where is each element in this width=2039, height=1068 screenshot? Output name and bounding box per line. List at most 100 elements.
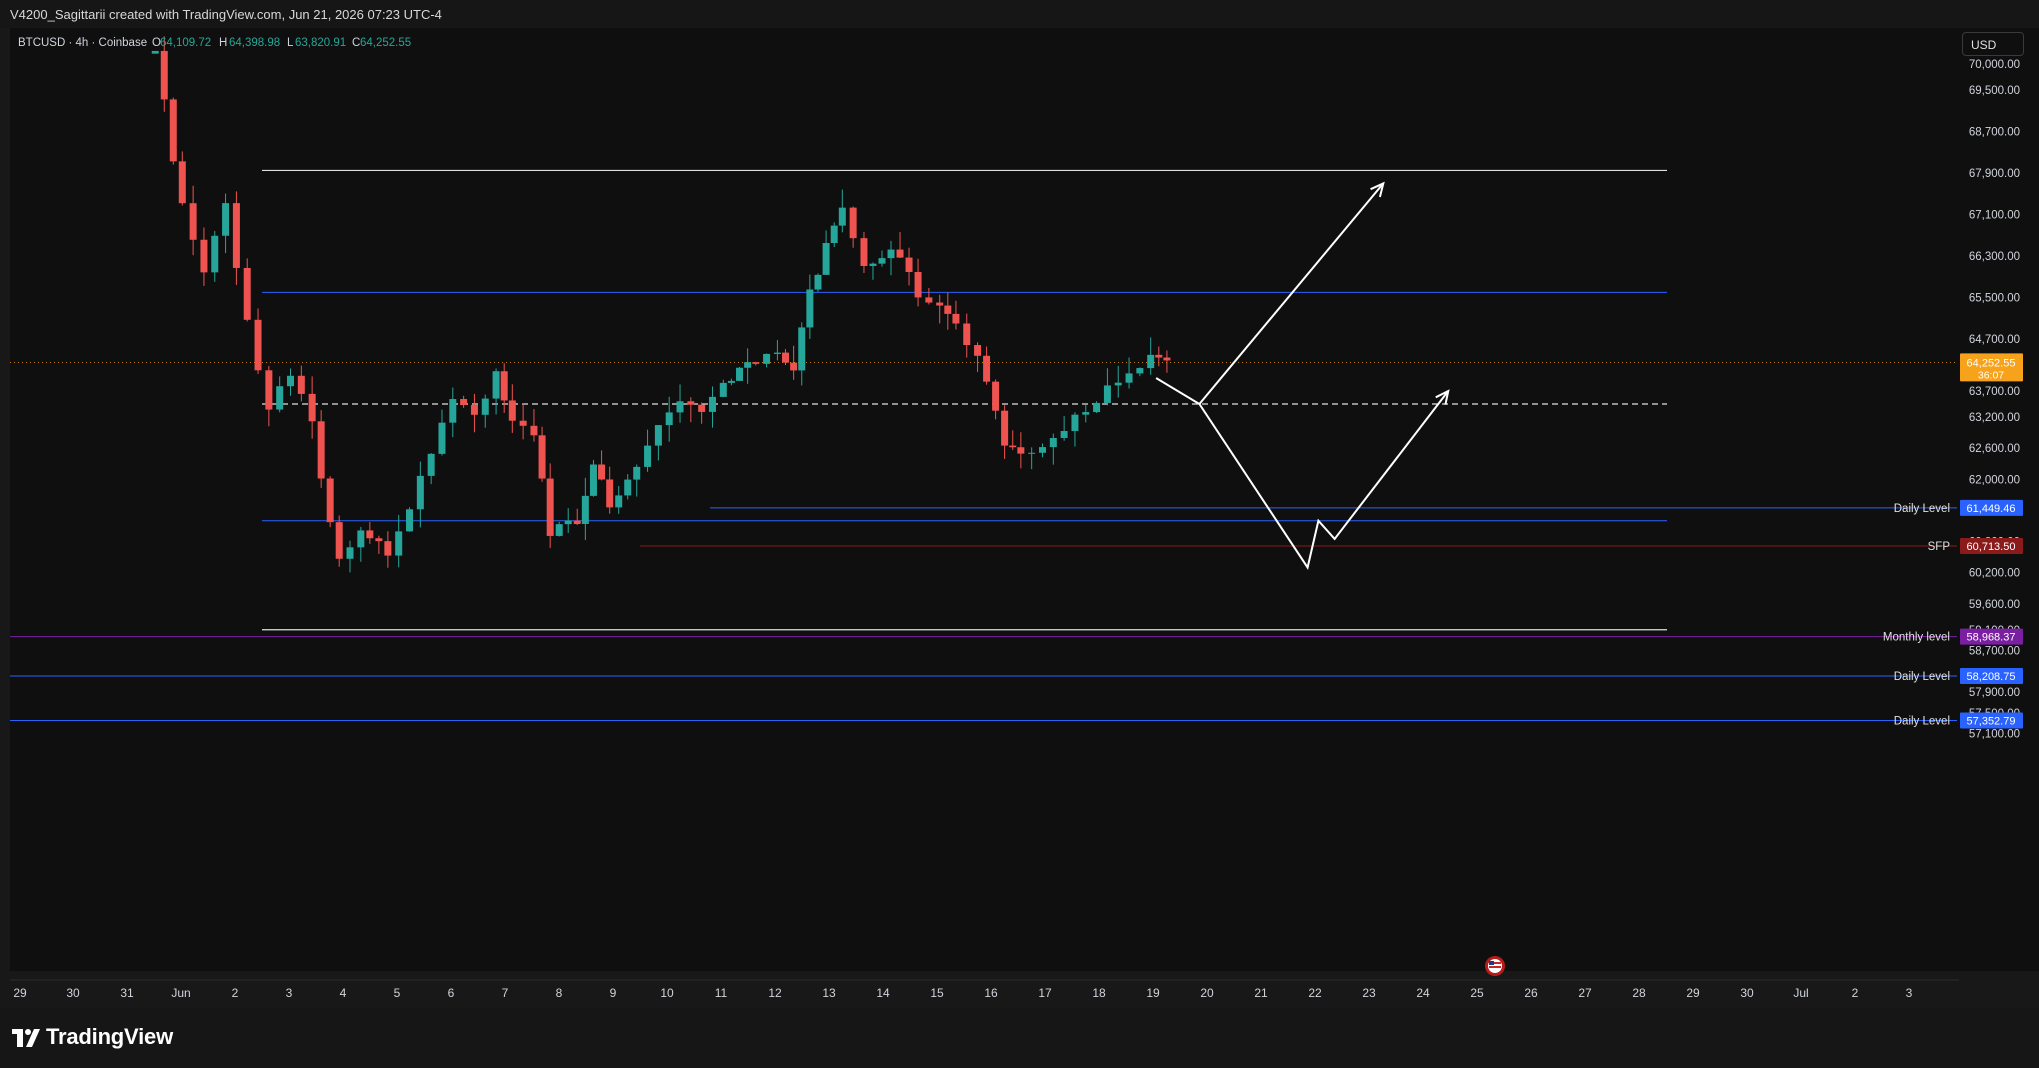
candle-body[interactable] (905, 257, 913, 272)
candle-body[interactable] (151, 50, 159, 54)
candle-body[interactable] (654, 425, 662, 446)
candle-body[interactable] (335, 522, 343, 559)
candle-body[interactable] (887, 249, 895, 259)
candle-body[interactable] (1147, 354, 1155, 369)
candle-body[interactable] (1155, 354, 1163, 358)
candle-body[interactable] (687, 401, 695, 405)
candle-body[interactable] (538, 435, 546, 479)
candle-body[interactable] (1017, 447, 1025, 454)
candle-body[interactable] (1060, 431, 1068, 438)
candle-body[interactable] (878, 258, 886, 264)
candle-body[interactable] (555, 524, 563, 536)
candle-body[interactable] (644, 445, 652, 467)
candle-body[interactable] (519, 420, 527, 426)
candle-body[interactable] (814, 274, 822, 290)
candle-body[interactable] (460, 399, 468, 405)
candle-body[interactable] (222, 203, 230, 236)
candle-body[interactable] (798, 327, 806, 371)
candle-body[interactable] (830, 225, 838, 244)
candle-body[interactable] (1125, 373, 1133, 383)
candle-body[interactable] (395, 531, 403, 556)
candle-body[interactable] (276, 386, 284, 410)
candle-body[interactable] (624, 479, 632, 496)
candle-body[interactable] (744, 362, 752, 368)
candle-body[interactable] (317, 421, 325, 479)
candle-body[interactable] (384, 541, 392, 556)
candle-body[interactable] (346, 547, 354, 559)
candle-body[interactable] (896, 249, 904, 258)
candle-body[interactable] (782, 352, 790, 363)
candle-body[interactable] (952, 313, 960, 324)
candle-body[interactable] (727, 380, 735, 383)
candle-body[interactable] (763, 353, 771, 364)
projection-path-sfp[interactable] (1155, 377, 1450, 570)
candle-body[interactable] (589, 464, 597, 496)
candle-body[interactable] (1049, 437, 1057, 448)
candle-body[interactable] (1093, 402, 1101, 413)
candle-body[interactable] (189, 203, 197, 240)
candle-body[interactable] (869, 263, 877, 266)
candle-body[interactable] (546, 478, 554, 536)
candle-body[interactable] (1163, 357, 1171, 361)
candle-body[interactable] (573, 520, 581, 524)
candle-body[interactable] (211, 235, 219, 273)
candle-body[interactable] (1071, 414, 1079, 432)
candle-body[interactable] (438, 422, 446, 454)
candle-body[interactable] (1114, 382, 1122, 386)
candle-body[interactable] (200, 239, 208, 273)
candle-body[interactable] (500, 371, 508, 401)
candle-body[interactable] (406, 509, 414, 532)
candle-body[interactable] (1136, 368, 1144, 374)
candle-body[interactable] (481, 398, 489, 415)
candle-body[interactable] (773, 352, 781, 354)
candle-body[interactable] (1009, 445, 1017, 448)
candle-body[interactable] (1082, 412, 1090, 415)
candle-body[interactable] (925, 297, 933, 303)
candle-body[interactable] (297, 375, 305, 394)
candle-body[interactable] (708, 396, 716, 412)
projection-path-breakout[interactable] (1198, 182, 1385, 405)
candle-body[interactable] (449, 399, 457, 423)
candle-body[interactable] (427, 453, 435, 476)
us-flag-icon[interactable] (1485, 956, 1505, 976)
candle-body[interactable] (983, 355, 991, 382)
candle-body[interactable] (974, 345, 982, 356)
candle-body[interactable] (698, 404, 706, 412)
candle-body[interactable] (232, 203, 240, 268)
candle-body[interactable] (178, 161, 186, 204)
candle-body[interactable] (992, 381, 1000, 411)
candle-body[interactable] (160, 50, 168, 100)
candle-body[interactable] (366, 530, 374, 539)
candle-body[interactable] (265, 370, 273, 410)
candle-body[interactable] (564, 520, 572, 525)
candle-body[interactable] (492, 371, 500, 399)
candle-body[interactable] (470, 404, 478, 415)
candle-body[interactable] (676, 401, 684, 413)
candle-body[interactable] (752, 362, 760, 364)
candle-body[interactable] (665, 412, 673, 426)
candle-body[interactable] (326, 478, 334, 523)
candle-body[interactable] (633, 466, 641, 480)
candle-body[interactable] (719, 382, 727, 397)
candle-body[interactable] (963, 323, 971, 346)
candle-body[interactable] (936, 302, 944, 306)
currency-button[interactable]: USD (1962, 32, 2024, 56)
candle-body[interactable] (944, 305, 952, 314)
candle-body[interactable] (416, 475, 424, 510)
candle-body[interactable] (254, 319, 262, 371)
candle-body[interactable] (287, 375, 294, 387)
candle-body[interactable] (1028, 452, 1036, 454)
candle-body[interactable] (598, 464, 606, 480)
candle-body[interactable] (581, 495, 589, 524)
candle-body[interactable] (530, 425, 538, 436)
candle-body[interactable] (508, 400, 516, 421)
candle-body[interactable] (1001, 410, 1009, 446)
candle-body[interactable] (357, 530, 365, 548)
candle-body[interactable] (790, 362, 798, 371)
candle-body[interactable] (838, 207, 846, 226)
candle-body[interactable] (243, 267, 251, 320)
candle-body[interactable] (914, 271, 922, 298)
candle-body[interactable] (615, 495, 623, 508)
candle-body[interactable] (849, 207, 857, 239)
candle-body[interactable] (822, 243, 830, 275)
